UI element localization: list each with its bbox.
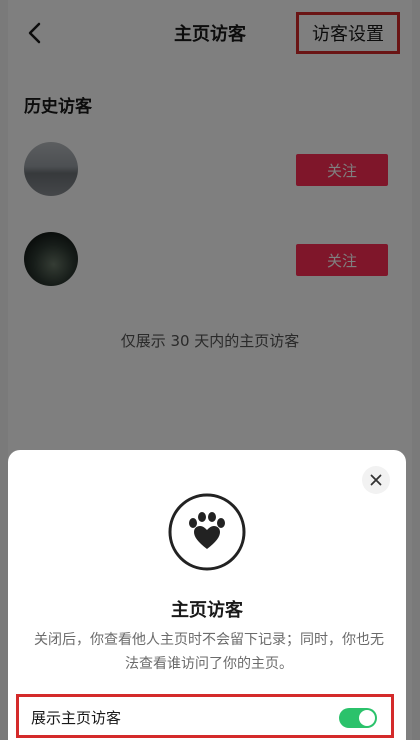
sheet-title: 主页访客 (171, 600, 243, 621)
show-visitors-setting-row[interactable]: 展示主页访客 (16, 694, 394, 738)
sheet-description: 关闭后，你查看他人主页时不会留下记录；同时，你也无法查看谁访问了你的主页。 (34, 632, 384, 672)
visitor-bottom-sheet: 主页访客 关闭后，你查看他人主页时不会留下记录；同时，你也无法查看谁访问了你的主… (8, 450, 406, 740)
close-icon (370, 474, 382, 486)
setting-label: 展示主页访客 (31, 709, 122, 727)
close-button[interactable] (362, 466, 390, 494)
toggle-knob (359, 710, 375, 726)
paw-heart-icon (168, 493, 246, 571)
show-visitors-toggle[interactable] (339, 708, 377, 728)
